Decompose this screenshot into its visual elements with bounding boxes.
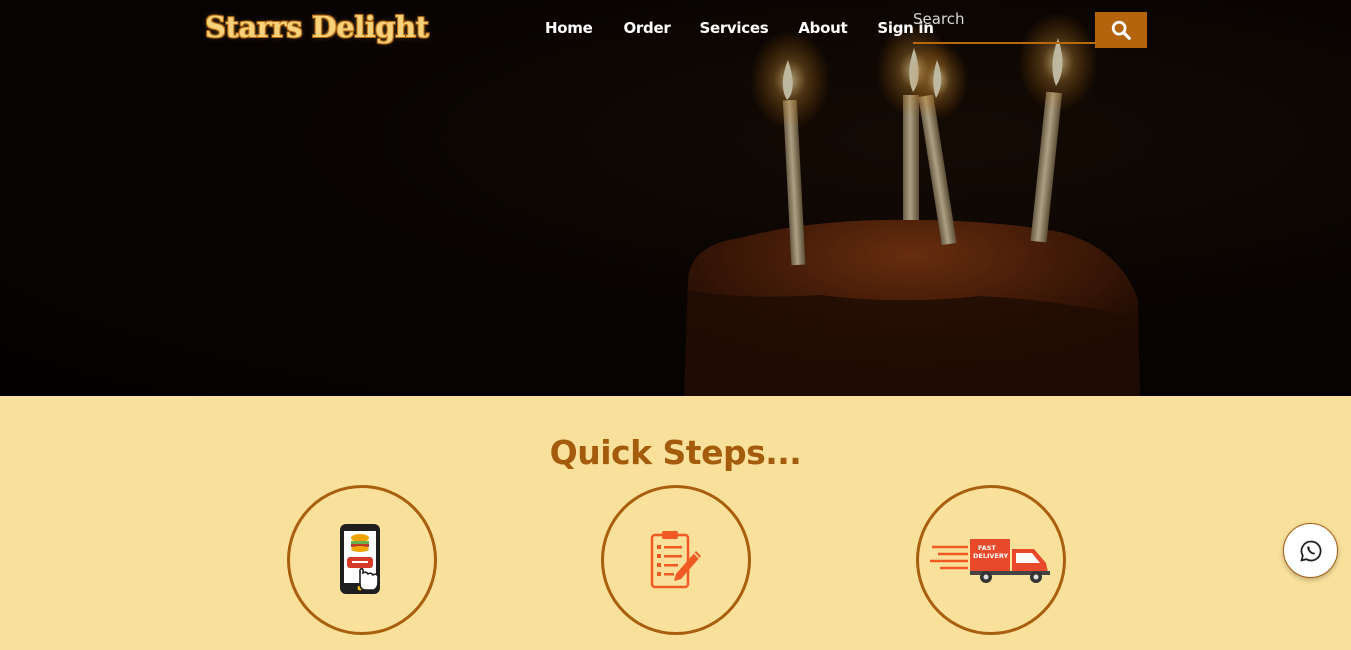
step-fast-delivery: FAST DELIVERY xyxy=(916,485,1066,635)
search-input[interactable] xyxy=(913,8,1095,44)
hero-banner: Starrs Delight Home Order Services About… xyxy=(0,0,1351,396)
search-icon xyxy=(1111,20,1131,40)
main-nav: Home Order Services About Sign in xyxy=(545,19,963,37)
svg-text:DELIVERY: DELIVERY xyxy=(973,552,1009,560)
whatsapp-button[interactable] xyxy=(1283,523,1338,578)
fast-delivery-truck-icon: FAST DELIVERY xyxy=(930,539,1050,583)
nav-services[interactable]: Services xyxy=(699,19,768,37)
mobile-order-icon xyxy=(340,524,380,594)
cake-candles-image xyxy=(0,0,1351,396)
step-order-online xyxy=(287,485,437,635)
quick-steps-title: Quick Steps... xyxy=(549,433,802,472)
clipboard-edit-icon xyxy=(650,531,701,589)
brand-logo[interactable]: Starrs Delight xyxy=(205,10,429,44)
whatsapp-icon xyxy=(1299,540,1321,562)
nav-home[interactable]: Home xyxy=(545,19,593,37)
svg-text:FAST: FAST xyxy=(978,544,996,552)
step-fill-details xyxy=(601,485,751,635)
nav-order[interactable]: Order xyxy=(623,19,670,37)
search-button[interactable] xyxy=(1095,12,1147,48)
nav-about[interactable]: About xyxy=(798,19,847,37)
